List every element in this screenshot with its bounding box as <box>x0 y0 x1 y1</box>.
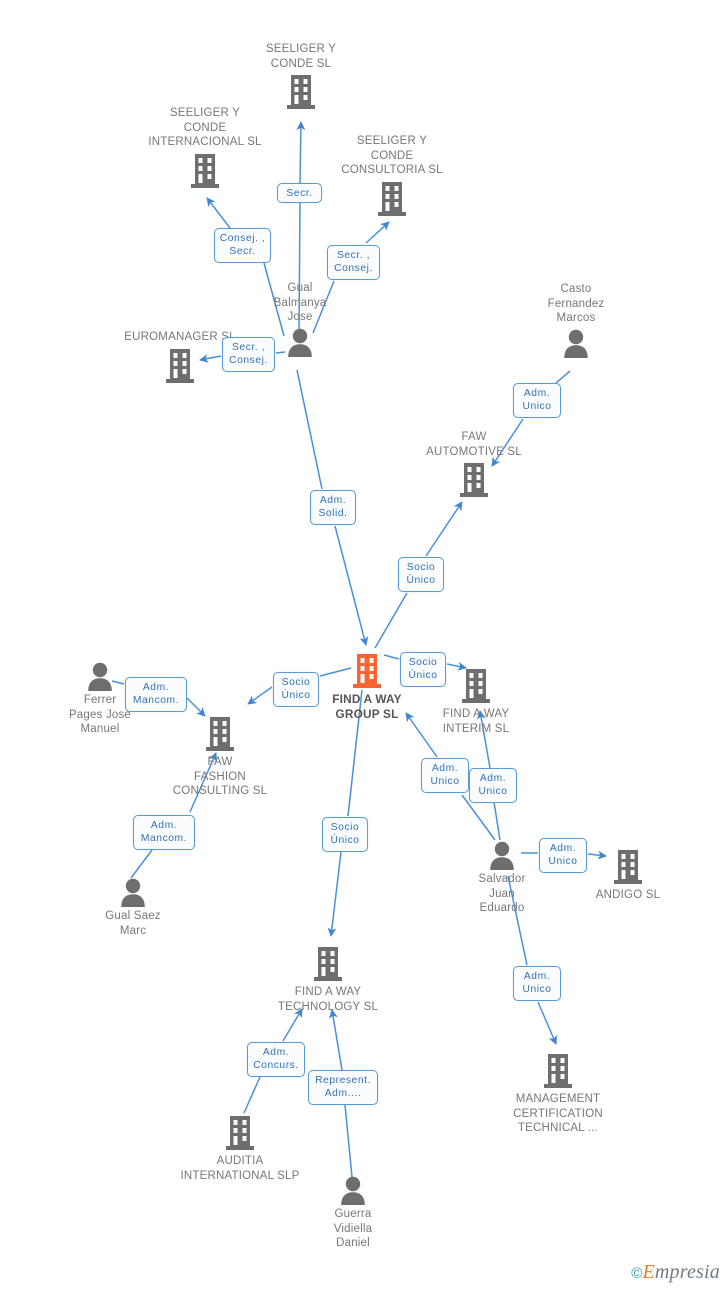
edge-label-consej-secr[interactable]: Consej. , Secr. <box>214 228 271 263</box>
edge-label-adm-unico-salvador-group[interactable]: Adm. Unico <box>421 758 469 793</box>
edge-gualsaez-to-fashion-lower <box>130 849 153 879</box>
edge-gual-to-seeliger-intl-upper <box>206 197 231 229</box>
node-label: FAW AUTOMOTIVE SL <box>426 431 522 458</box>
edge-label-adm-unico-mgmt[interactable]: Adm. Unico <box>513 966 561 1001</box>
node-gual-saez-marc[interactable]: Gual Saez Marc <box>58 877 208 938</box>
edge-guerra-to-tech-upper <box>328 1009 343 1071</box>
edge-label-socio-unico-fashion[interactable]: Socio Único <box>273 672 319 707</box>
building-icon <box>462 669 490 703</box>
edge-label-secr-consej-consultoria[interactable]: Secr. , Consej. <box>327 245 380 280</box>
relationship-graph-canvas: SEELIGER Y CONDE SL SEELIGER Y CONDE INT… <box>0 0 728 1290</box>
edge-group-to-tech-lower <box>327 851 342 937</box>
edge-guerra-to-tech-lower <box>344 1104 353 1178</box>
edge-label-adm-mancom-ferrer[interactable]: Adm. Mancom. <box>125 677 187 712</box>
edge-label-socio-unico-interim[interactable]: Socio Único <box>400 652 446 687</box>
building-icon <box>378 181 406 216</box>
edge-salvador-to-mgmt-lower <box>537 1001 557 1045</box>
edge-auditia-to-tech-lower <box>243 1076 261 1114</box>
node-label: SEELIGER Y CONDE SL <box>265 43 337 70</box>
node-label: FIND A WAY TECHNOLOGY SL <box>277 986 379 1013</box>
building-icon <box>191 153 219 188</box>
edge-label-represent-adm[interactable]: Represent. Adm.... <box>308 1070 378 1105</box>
brand-initial: E <box>642 1261 655 1283</box>
edge-label-adm-mancom-gual-saez[interactable]: Adm. Mancom. <box>133 815 195 850</box>
edge-gual-to-seeliger-conde-upper <box>296 121 306 184</box>
edge-group-to-faw-auto-upper <box>425 501 463 557</box>
edge-label-socio-unico-faw-automotive[interactable]: Socio Único <box>398 557 444 592</box>
edge-gual-to-seeliger-consult-upper <box>365 221 390 244</box>
node-label: FAW FASHION CONSULTING SL <box>172 756 268 797</box>
node-management-certification-technical[interactable]: MANAGEMENT CERTIFICATION TECHNICAL ... <box>483 1052 633 1136</box>
building-icon <box>544 1054 572 1088</box>
empresia-watermark: ©Empresia <box>631 1261 720 1284</box>
node-label: SEELIGER Y CONDE INTERNACIONAL SL <box>148 107 262 148</box>
node-label: Gual Saez Marc <box>105 910 161 937</box>
person-icon <box>564 329 588 358</box>
node-label: Gual Balmanya Jose <box>273 282 327 323</box>
node-casto-fernandez-marcos[interactable]: Casto Fernandez Marcos <box>501 282 651 358</box>
node-label: Casto Fernandez Marcos <box>547 283 605 324</box>
edge-label-adm-unico-andigo[interactable]: Adm. Unico <box>539 838 587 873</box>
node-label: FIND A WAY INTERIM SL <box>442 708 510 735</box>
node-find-a-way-technology[interactable]: FIND A WAY TECHNOLOGY SL <box>253 945 403 1014</box>
brand-name: mpresia <box>654 1261 720 1283</box>
node-label: Guerra Vidiella Daniel <box>333 1208 373 1249</box>
building-icon <box>614 850 642 884</box>
person-icon <box>121 878 145 907</box>
node-auditia-international[interactable]: AUDITIA INTERNATIONAL SLP <box>165 1114 315 1183</box>
person-icon <box>88 662 112 691</box>
node-seeliger-conde-internacional[interactable]: SEELIGER Y CONDE INTERNACIONAL SL <box>130 106 280 190</box>
edge-group-to-fashion-left <box>247 686 273 705</box>
node-seeliger-conde[interactable]: SEELIGER Y CONDE SL <box>226 42 376 111</box>
edge-label-adm-solid[interactable]: Adm. Solid. <box>310 490 356 525</box>
edge-label-secr-consej-euromanager[interactable]: Secr. , Consej. <box>222 337 275 372</box>
building-icon <box>287 75 315 109</box>
edge-gual-to-group-upper <box>296 369 323 490</box>
edge-label-secr[interactable]: Secr. <box>277 183 322 203</box>
node-faw-automotive[interactable]: FAW AUTOMOTIVE SL <box>399 430 549 499</box>
building-icon <box>206 717 234 751</box>
building-icon <box>314 947 342 981</box>
edge-ferrer-to-fashion-right <box>186 697 206 717</box>
edge-label-socio-unico-technology[interactable]: Socio Único <box>322 817 368 852</box>
building-icon <box>460 463 488 497</box>
edge-label-adm-unico-salvador-interim[interactable]: Adm. Unico <box>469 768 517 803</box>
node-faw-fashion-consulting[interactable]: FAW FASHION CONSULTING SL <box>145 715 295 799</box>
person-icon <box>341 1176 365 1205</box>
node-label: MANAGEMENT CERTIFICATION TECHNICAL ... <box>513 1093 603 1134</box>
building-icon <box>226 1116 254 1150</box>
person-icon <box>288 328 312 357</box>
node-seeliger-conde-consultoria[interactable]: SEELIGER Y CONDE CONSULTORIA SL <box>317 134 467 218</box>
edge-label-adm-unico-casto[interactable]: Adm. Unico <box>513 383 561 418</box>
node-label: SEELIGER Y CONDE CONSULTORIA SL <box>341 135 443 176</box>
person-icon <box>490 841 514 870</box>
node-guerra-vidiella-daniel[interactable]: Guerra Vidiella Daniel <box>278 1175 428 1251</box>
edge-label-adm-concurs[interactable]: Adm. Concurs. <box>247 1042 305 1077</box>
node-label: ANDIGO SL <box>595 889 661 901</box>
building-icon-focus <box>353 654 381 688</box>
edge-group-to-faw-auto-lower <box>374 592 408 649</box>
edge-casto-to-faw-auto-upper <box>555 370 571 384</box>
edge-salvador-to-interim-lower <box>493 801 501 841</box>
copyright-icon: © <box>631 1265 643 1282</box>
building-icon <box>166 348 194 383</box>
edge-gual-to-group-lower <box>334 525 369 646</box>
